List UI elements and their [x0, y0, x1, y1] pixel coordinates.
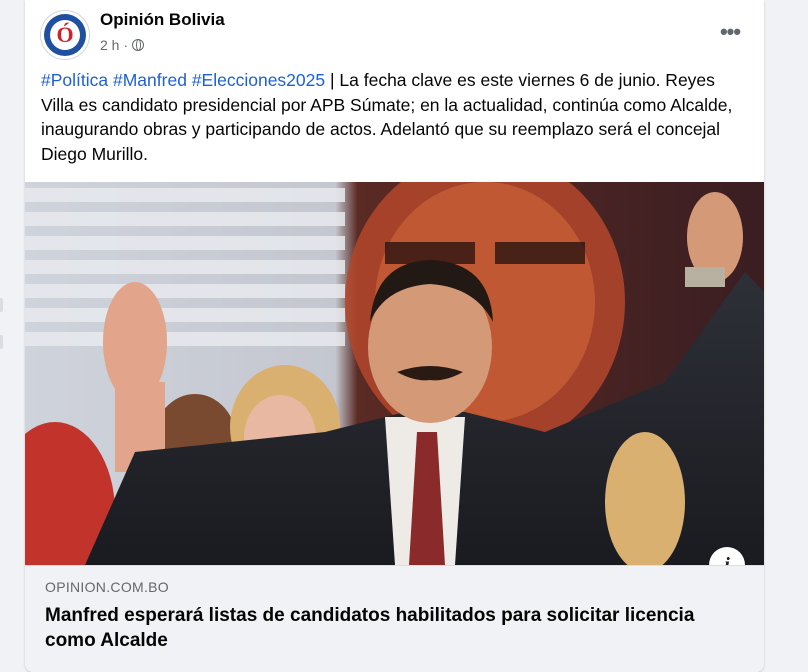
photo-illustration — [25, 182, 764, 565]
strip-mark — [0, 335, 3, 349]
page-name[interactable]: Opinión Bolivia — [100, 10, 225, 30]
avatar-ring: Ó — [44, 14, 86, 56]
hashtag-politica[interactable]: #Política — [41, 70, 108, 90]
post-photo[interactable]: i — [25, 182, 764, 565]
globe-icon[interactable] — [132, 39, 145, 51]
link-domain: OPINION.COM.BO — [45, 579, 169, 595]
meta-dot: · — [123, 37, 129, 53]
hashtag-manfred[interactable]: #Manfred — [113, 70, 187, 90]
separator: | — [329, 70, 335, 90]
page-avatar[interactable]: Ó — [40, 10, 90, 60]
link-title[interactable]: Manfred esperará listas de candidatos ha… — [45, 603, 725, 653]
avatar-letter: Ó — [50, 20, 80, 50]
post-text: #Política #Manfred #Elecciones2025 | La … — [41, 68, 749, 166]
post-time[interactable]: 2 h — [100, 37, 119, 53]
strip-mark — [0, 298, 3, 312]
post-card: Ó Opinión Bolivia 2 h · ••• #Política #M… — [25, 0, 764, 672]
more-options-icon[interactable]: ••• — [712, 18, 748, 46]
left-strip — [0, 0, 6, 656]
hashtag-elecciones2025[interactable]: #Elecciones2025 — [192, 70, 325, 90]
post-meta: 2 h · — [100, 37, 145, 53]
